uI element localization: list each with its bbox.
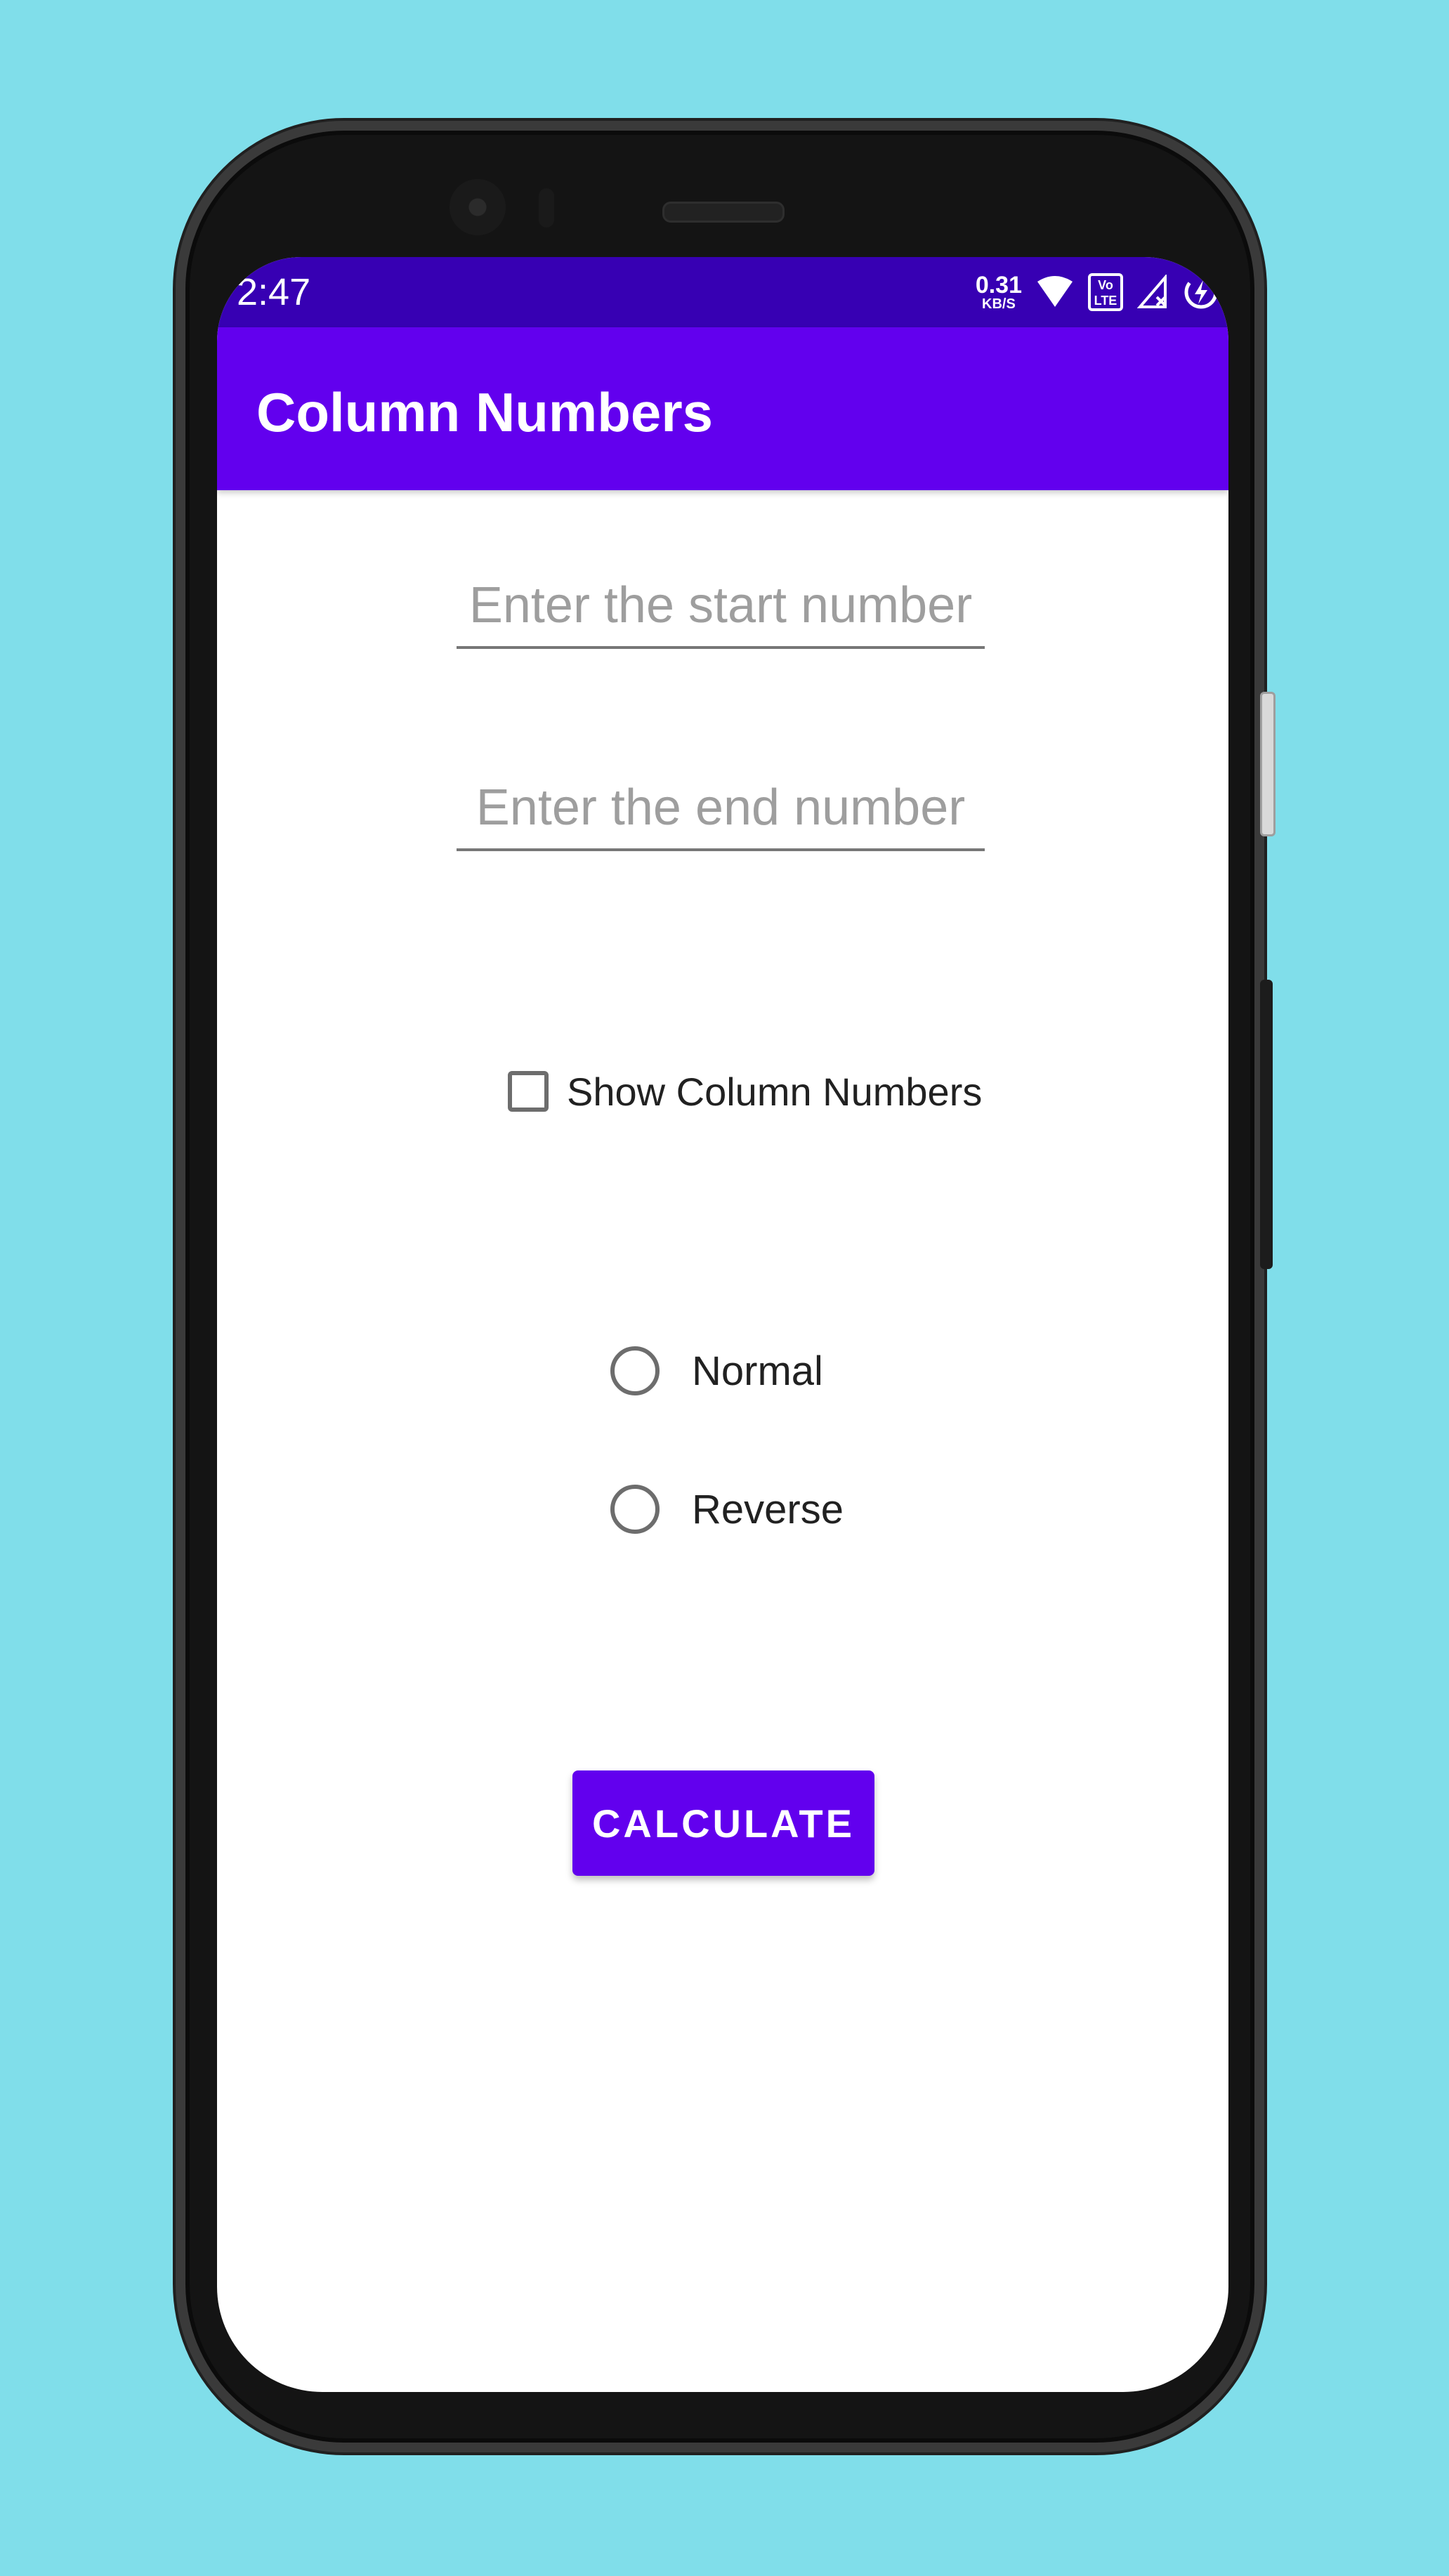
volte-top-text: Vo [1098,278,1113,292]
camera-sensor [539,188,554,228]
phone-side-button [1260,692,1276,836]
app-title: Column Numbers [256,381,714,443]
status-time: 2:47 [237,271,311,313]
status-bar: 2:47 0.31 KB/S Vo LTE [217,257,1228,327]
status-icons: 0.31 KB/S Vo LTE [976,270,1219,315]
network-speed: 0.31 KB/S [976,273,1022,311]
network-speed-value: 0.31 [975,272,1022,298]
show-column-numbers-checkbox[interactable]: Show Column Numbers [508,1063,982,1119]
battery-charging-icon [1184,273,1219,311]
calculate-button[interactable]: CALCULATE [572,1770,874,1876]
network-speed-unit: KB/S [982,296,1016,312]
screen: 2:47 0.31 KB/S Vo LTE Column Numbers Ent… [217,257,1228,2392]
signal-icon [1137,275,1169,310]
checkbox-label: Show Column Numbers [567,1069,983,1114]
volte-bottom-text: LTE [1094,294,1117,308]
front-camera [450,179,506,235]
phone-power-button [1260,980,1273,1269]
earpiece-speaker [662,202,785,223]
checkbox-square[interactable] [508,1071,549,1112]
wifi-icon [1036,276,1074,308]
radio-reverse-circle[interactable] [610,1485,660,1534]
app-bar: Column Numbers [217,327,1228,490]
radio-normal-circle[interactable] [610,1346,660,1395]
volte-icon: Vo LTE [1088,273,1123,311]
radio-reverse-label: Reverse [692,1486,844,1532]
radio-reverse[interactable]: Reverse [610,1478,844,1541]
radio-normal-label: Normal [692,1348,823,1394]
radio-normal[interactable]: Normal [610,1339,823,1402]
end-number-input[interactable] [457,767,985,851]
start-number-input[interactable] [457,565,985,649]
